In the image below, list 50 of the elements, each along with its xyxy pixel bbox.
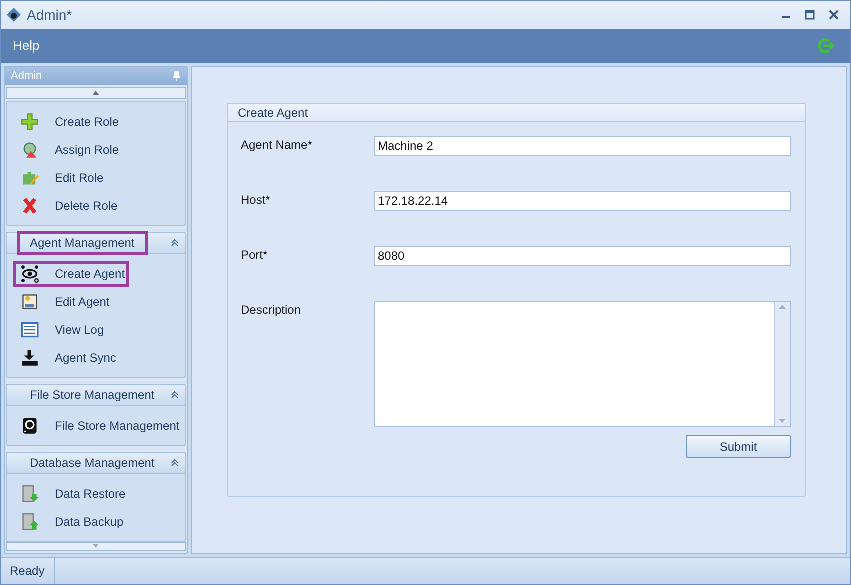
nav-item[interactable]: Create Agent: [13, 260, 130, 287]
field-label: Agent Name*: [241, 137, 314, 154]
submit-button[interactable]: Submit: [686, 435, 791, 458]
nav-item[interactable]: Delete Role: [13, 192, 122, 219]
database-up-icon: [21, 512, 39, 531]
scroll-up-button[interactable]: [6, 87, 186, 99]
window-title: Admin*: [27, 6, 72, 24]
download-icon: [21, 348, 39, 367]
up-arrow-icon[interactable]: [779, 305, 786, 309]
eye-network-icon: [21, 264, 39, 283]
document-icon: [21, 292, 39, 311]
nav-item[interactable]: Assign Role: [13, 136, 124, 163]
input-field[interactable]: 172.18.22.14: [374, 191, 791, 211]
scroll-down-button[interactable]: [6, 542, 186, 551]
status-text: Ready: [1, 558, 55, 584]
scrollbar[interactable]: [774, 302, 790, 426]
app-icon: [6, 7, 22, 23]
nav-item[interactable]: Data Backup: [13, 508, 128, 535]
nav-item[interactable]: View Log: [13, 316, 108, 343]
group-box-title: Create Agent: [238, 104, 308, 122]
collapse-icon[interactable]: [171, 238, 179, 247]
nav-item[interactable]: Data Restore: [13, 480, 130, 507]
input-field[interactable]: 8080: [374, 246, 791, 266]
pin-icon[interactable]: [173, 71, 181, 82]
description-field[interactable]: [374, 301, 791, 427]
menu-item[interactable]: Help: [13, 36, 40, 56]
plus-icon: [21, 112, 39, 131]
nav-item[interactable]: Edit Agent: [13, 288, 114, 315]
database-down-icon: [21, 484, 39, 503]
up-arrow-icon: [93, 91, 99, 96]
collapse-icon[interactable]: [171, 458, 179, 467]
user-warning-icon: [21, 140, 39, 159]
group-header[interactable]: Agent Management: [17, 230, 148, 255]
list-icon: [21, 320, 39, 339]
nav-item[interactable]: Create Role: [13, 108, 124, 135]
input-field[interactable]: Machine 2: [374, 136, 791, 156]
maximize-icon[interactable]: [805, 10, 815, 20]
field-label: Port*: [241, 247, 269, 264]
close-icon[interactable]: [829, 10, 839, 20]
power-icon[interactable]: [816, 37, 836, 55]
nav-item[interactable]: Edit Role: [13, 164, 108, 191]
down-arrow-icon[interactable]: [779, 419, 786, 423]
down-arrow-icon: [93, 544, 99, 548]
nav-item[interactable]: File Store Management: [13, 412, 184, 439]
field-label: Description: [241, 302, 302, 319]
field-label: Host*: [241, 192, 272, 209]
delete-icon: [21, 196, 39, 215]
nav-item[interactable]: Agent Sync: [13, 344, 120, 371]
sidebar-title: Admin: [11, 68, 42, 84]
collapse-icon[interactable]: [171, 390, 179, 399]
